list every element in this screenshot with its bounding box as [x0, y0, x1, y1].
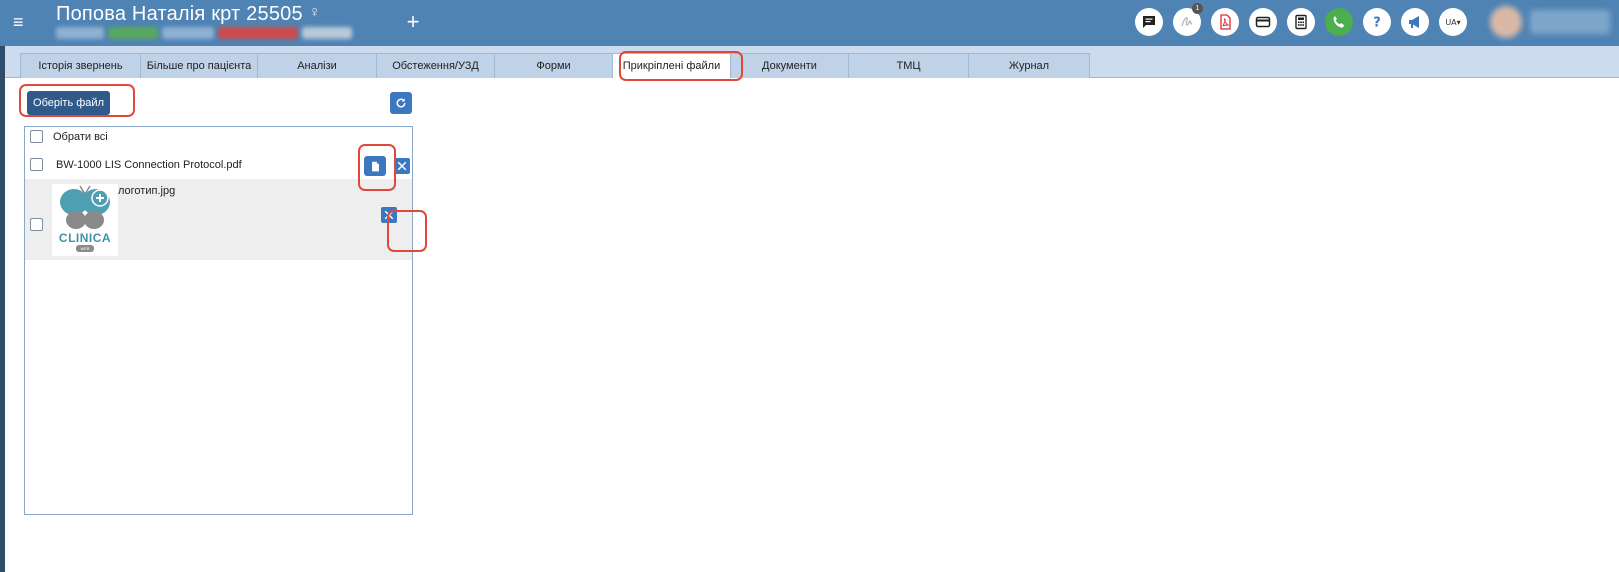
- chat-icon: [1143, 16, 1155, 28]
- tab-label: ТМЦ: [896, 60, 921, 72]
- signature-badge: 1: [1192, 3, 1203, 14]
- tab-label: Більше про пацієнта: [146, 60, 252, 72]
- help-button[interactable]: ?: [1363, 8, 1391, 36]
- tab-examinations[interactable]: Обстеження/УЗД: [376, 53, 495, 78]
- tab-visit-history[interactable]: Історія звернень: [20, 53, 141, 78]
- tab-label: Журнал: [1008, 60, 1050, 72]
- tab-label: Історія звернень: [38, 60, 123, 72]
- chat-button[interactable]: [1135, 8, 1163, 36]
- tab-label: Документи: [762, 60, 817, 72]
- calculator-icon: [1295, 14, 1307, 30]
- close-icon: [384, 210, 394, 220]
- payment-button[interactable]: [1249, 8, 1277, 36]
- language-label: UA: [1445, 17, 1457, 27]
- patient-title: Попова Наталія крт 25505 ♀: [56, 3, 321, 26]
- tab-label: Форми: [536, 60, 571, 72]
- signature-icon: [1181, 17, 1193, 27]
- tab-label: Обстеження/УЗД: [392, 60, 479, 72]
- delete-file-button[interactable]: [394, 158, 410, 174]
- patient-name: Попова Наталія крт 25505: [56, 3, 303, 25]
- chevron-down-icon: ▾: [1456, 17, 1461, 27]
- open-file-button[interactable]: [364, 156, 386, 176]
- file-checkbox[interactable]: [30, 158, 43, 171]
- megaphone-icon: [1409, 16, 1419, 28]
- select-all-checkbox[interactable]: [30, 130, 43, 143]
- choose-file-button[interactable]: Оберіть файл: [27, 91, 110, 115]
- user-name-blurred[interactable]: [1530, 10, 1610, 34]
- tab-bar: Історія звернень Більше про пацієнта Ана…: [5, 46, 1619, 78]
- tab-inventory[interactable]: ТМЦ: [848, 53, 969, 78]
- header-toolbar: 1 ? UA ▾: [1135, 3, 1467, 36]
- female-icon: ♀: [308, 4, 321, 21]
- attached-files-panel: Обрати всі BW-1000 LIS Connection Protoc…: [24, 126, 413, 515]
- add-button[interactable]: +: [403, 8, 423, 36]
- file-name[interactable]: логотип.jpg: [118, 185, 175, 197]
- tab-documents[interactable]: Документи: [730, 53, 849, 78]
- help-icon: ?: [1373, 16, 1381, 31]
- tab-list: Історія звернень Більше про пацієнта Ана…: [20, 53, 1090, 78]
- announcements-button[interactable]: [1401, 8, 1429, 36]
- top-header: ≡ Попова Наталія крт 25505 ♀ + 1 ? UA ▾: [0, 0, 1619, 46]
- butterfly-logo-icon: [60, 185, 110, 229]
- thumbnail-brand-text: CLINICA: [58, 231, 112, 245]
- app-window: ≡ Попова Наталія крт 25505 ♀ + 1 ? UA ▾ …: [0, 0, 1619, 572]
- select-all-label: Обрати всі: [53, 131, 108, 143]
- refresh-button[interactable]: [390, 92, 412, 114]
- blurred-field: [56, 27, 104, 39]
- blurred-field: [302, 27, 352, 39]
- card-icon: [1255, 16, 1271, 28]
- blurred-badge: [108, 27, 158, 39]
- svg-text:?: ?: [1373, 16, 1381, 31]
- tab-forms[interactable]: Форми: [494, 53, 613, 78]
- tab-label: Аналізи: [297, 60, 337, 72]
- phone-icon: [1333, 16, 1344, 28]
- tab-more-about-patient[interactable]: Більше про пацієнта: [140, 53, 258, 78]
- left-accent-bar: [0, 46, 5, 572]
- blurred-badge: [218, 27, 298, 39]
- signature-button[interactable]: 1: [1173, 3, 1203, 36]
- tab-journal[interactable]: Журнал: [968, 53, 1090, 78]
- phone-button[interactable]: [1325, 8, 1353, 36]
- tab-attached-files[interactable]: Прикріплені файли: [612, 53, 731, 78]
- close-icon: [397, 161, 407, 171]
- blurred-field: [162, 27, 214, 39]
- pdf-icon: [1220, 14, 1231, 30]
- delete-file-button[interactable]: [381, 207, 397, 223]
- file-checkbox[interactable]: [30, 218, 43, 231]
- tab-analyses[interactable]: Аналізи: [257, 53, 377, 78]
- language-selector[interactable]: UA ▾: [1439, 8, 1467, 36]
- refresh-icon: [396, 98, 406, 108]
- thumbnail-sub-text: WEB: [76, 245, 94, 252]
- file-icon: [371, 161, 379, 171]
- calculator-button[interactable]: [1287, 8, 1315, 36]
- pdf-button[interactable]: [1211, 8, 1239, 36]
- file-name[interactable]: BW-1000 LIS Connection Protocol.pdf: [56, 159, 242, 171]
- image-thumbnail[interactable]: CLINICA WEB: [52, 184, 118, 256]
- user-avatar[interactable]: [1490, 6, 1522, 38]
- tab-label: Прикріплені файли: [622, 60, 721, 72]
- patient-info-blurred: [56, 27, 352, 41]
- hamburger-menu-icon[interactable]: ≡: [13, 10, 29, 34]
